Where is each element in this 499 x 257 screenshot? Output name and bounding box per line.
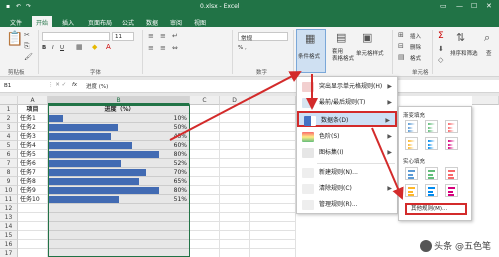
arrow-to-more-rules bbox=[371, 127, 404, 200]
annotation-arrows bbox=[169, 71, 404, 200]
watermark-logo-icon bbox=[420, 240, 433, 252]
watermark-text: 头条 @五色笔 bbox=[434, 241, 491, 252]
watermark: 头条 @五色笔 bbox=[420, 239, 491, 252]
arrow-to-conditional-format bbox=[169, 71, 302, 141]
